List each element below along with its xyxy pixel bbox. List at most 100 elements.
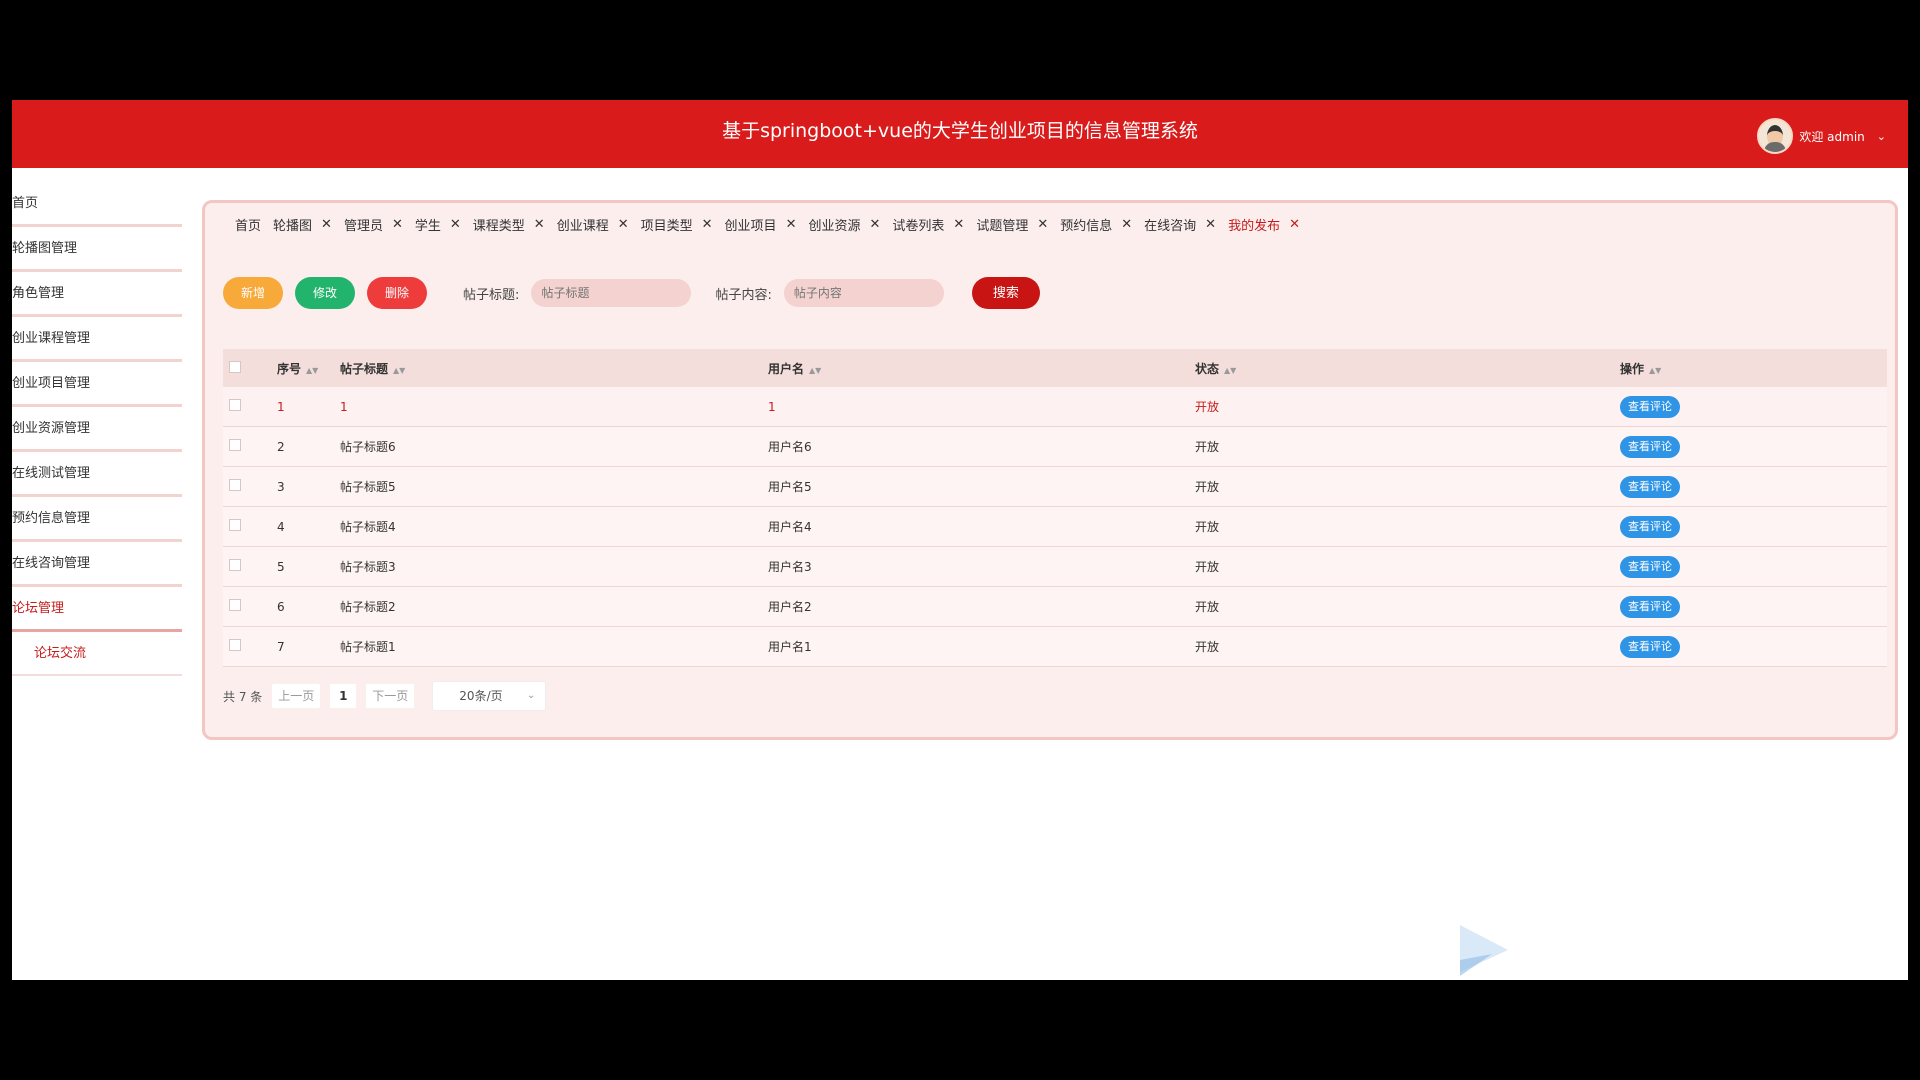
total-count: 共 7 条 bbox=[223, 689, 263, 704]
close-icon[interactable]: ✕ bbox=[392, 217, 403, 232]
chevron-down-icon: ⌄ bbox=[1876, 129, 1886, 143]
tab-questions[interactable]: 试题管理 ✕ bbox=[976, 215, 1048, 234]
sidebar-item-home[interactable]: 首页 bbox=[12, 182, 182, 227]
table-row[interactable]: 5 帖子标题3 用户名3 开放 查看评论 bbox=[223, 547, 1887, 587]
row-checkbox[interactable] bbox=[229, 439, 241, 451]
cell-user: 1 bbox=[768, 399, 776, 414]
row-checkbox[interactable] bbox=[229, 639, 241, 651]
row-checkbox[interactable] bbox=[229, 399, 241, 411]
tab-student[interactable]: 学生 ✕ bbox=[415, 215, 461, 234]
prev-page-button[interactable]: 上一页 bbox=[272, 684, 321, 708]
tab-carousel[interactable]: 轮播图 ✕ bbox=[273, 215, 332, 234]
tab-home[interactable]: 首页 bbox=[235, 215, 261, 234]
sidebar-item-roles[interactable]: 角色管理 bbox=[12, 272, 182, 317]
sidebar-item-appointments[interactable]: 预约信息管理 bbox=[12, 497, 182, 542]
tab-project-type[interactable]: 项目类型 ✕ bbox=[641, 215, 713, 234]
cell-title: 帖子标题6 bbox=[340, 440, 396, 454]
col-title: 帖子标题 bbox=[340, 361, 389, 376]
pagination: 共 7 条 上一页 1 下一页 20条/页 ⌄ bbox=[223, 681, 547, 711]
tab-project[interactable]: 创业项目 ✕ bbox=[725, 215, 797, 234]
sort-icon[interactable]: ▲▼ bbox=[1649, 366, 1661, 375]
table-row[interactable]: 6 帖子标题2 用户名2 开放 查看评论 bbox=[223, 587, 1887, 627]
view-comments-button[interactable]: 查看评论 bbox=[1620, 515, 1680, 538]
sidebar-item-resources[interactable]: 创业资源管理 bbox=[12, 407, 182, 452]
close-icon[interactable]: ✕ bbox=[321, 217, 332, 232]
user-menu[interactable]: 欢迎 admin ⌄ bbox=[1757, 118, 1886, 154]
edit-button[interactable]: 修改 bbox=[295, 277, 356, 309]
select-all-checkbox[interactable] bbox=[229, 360, 241, 373]
row-checkbox[interactable] bbox=[229, 599, 241, 611]
cell-title: 帖子标题1 bbox=[340, 640, 396, 654]
cell-state: 开放 bbox=[1195, 400, 1220, 414]
sidebar-item-tests[interactable]: 在线测试管理 bbox=[12, 452, 182, 497]
view-comments-button[interactable]: 查看评论 bbox=[1620, 635, 1680, 658]
close-icon[interactable]: ✕ bbox=[534, 217, 545, 232]
table-row[interactable]: 4 帖子标题4 用户名4 开放 查看评论 bbox=[223, 507, 1887, 547]
sort-icon[interactable]: ▲▼ bbox=[809, 366, 821, 375]
close-icon[interactable]: ✕ bbox=[1289, 217, 1300, 232]
tab-label: 首页 bbox=[235, 219, 262, 234]
search-button[interactable]: 搜索 bbox=[971, 277, 1040, 309]
close-icon[interactable]: ✕ bbox=[618, 217, 629, 232]
page-number[interactable]: 1 bbox=[330, 684, 357, 708]
view-comments-button[interactable]: 查看评论 bbox=[1620, 555, 1680, 578]
tab-admin[interactable]: 管理员 ✕ bbox=[344, 215, 403, 234]
table-row[interactable]: 7 帖子标题1 用户名1 开放 查看评论 bbox=[223, 627, 1887, 667]
tab-label: 创业资源 bbox=[808, 219, 861, 234]
close-icon[interactable]: ✕ bbox=[1037, 217, 1048, 232]
title-filter-input[interactable] bbox=[531, 279, 692, 307]
close-icon[interactable]: ✕ bbox=[786, 217, 797, 232]
tab-course[interactable]: 创业课程 ✕ bbox=[557, 215, 629, 234]
page-size-select[interactable]: 20条/页 ⌄ bbox=[432, 681, 547, 711]
cell-user: 用户名5 bbox=[768, 480, 812, 494]
tab-label: 试题管理 bbox=[976, 219, 1029, 234]
sort-icon[interactable]: ▲▼ bbox=[306, 366, 318, 375]
sidebar-item-consult[interactable]: 在线咨询管理 bbox=[12, 542, 182, 587]
tab-label: 我的发布 bbox=[1228, 219, 1281, 234]
view-comments-button[interactable]: 查看评论 bbox=[1620, 395, 1680, 418]
view-comments-button[interactable]: 查看评论 bbox=[1620, 475, 1680, 498]
row-checkbox[interactable] bbox=[229, 479, 241, 491]
table-row[interactable]: 1 1 1 开放 查看评论 bbox=[223, 387, 1887, 427]
add-button[interactable]: 新增 bbox=[223, 277, 284, 309]
cell-idx: 5 bbox=[277, 559, 285, 574]
content-filter-input[interactable] bbox=[783, 279, 944, 307]
view-comments-button[interactable]: 查看评论 bbox=[1620, 435, 1680, 458]
sort-icon[interactable]: ▲▼ bbox=[1224, 366, 1236, 375]
tab-resource[interactable]: 创业资源 ✕ bbox=[808, 215, 880, 234]
tab-label: 课程类型 bbox=[472, 219, 525, 234]
cell-idx: 1 bbox=[277, 399, 285, 414]
tab-course-type[interactable]: 课程类型 ✕ bbox=[473, 215, 545, 234]
close-icon[interactable]: ✕ bbox=[1205, 217, 1216, 232]
close-icon[interactable]: ✕ bbox=[1121, 217, 1132, 232]
cell-idx: 2 bbox=[277, 439, 285, 454]
close-icon[interactable]: ✕ bbox=[702, 217, 713, 232]
close-icon[interactable]: ✕ bbox=[953, 217, 964, 232]
app-title: 基于springboot+vue的大学生创业项目的信息管理系统 bbox=[722, 120, 1198, 142]
sidebar-subitem-forum-exchange[interactable]: 论坛交流 bbox=[12, 632, 182, 676]
table-row[interactable]: 2 帖子标题6 用户名6 开放 查看评论 bbox=[223, 427, 1887, 467]
cell-state: 开放 bbox=[1195, 640, 1220, 654]
sidebar-item-forum[interactable]: 论坛管理 bbox=[12, 587, 182, 632]
welcome-text: 欢迎 admin bbox=[1799, 129, 1865, 144]
sidebar-item-courses[interactable]: 创业课程管理 bbox=[12, 317, 182, 362]
row-checkbox[interactable] bbox=[229, 519, 241, 531]
delete-button[interactable]: 删除 bbox=[367, 277, 428, 309]
sort-icon[interactable]: ▲▼ bbox=[393, 366, 405, 375]
tab-paper-list[interactable]: 试卷列表 ✕ bbox=[892, 215, 964, 234]
posts-table: 序号 ▲▼ 帖子标题 ▲▼ 用户名 ▲▼ 状态 ▲▼ 操作 ▲▼ 1 1 1 开放 查看评… bbox=[223, 349, 1887, 667]
row-checkbox[interactable] bbox=[229, 559, 241, 571]
cell-idx: 6 bbox=[277, 599, 285, 614]
tab-appointment[interactable]: 预约信息 ✕ bbox=[1060, 215, 1132, 234]
next-page-button[interactable]: 下一页 bbox=[366, 684, 415, 708]
table-row[interactable]: 3 帖子标题5 用户名5 开放 查看评论 bbox=[223, 467, 1887, 507]
close-icon[interactable]: ✕ bbox=[450, 217, 461, 232]
sidebar-item-carousel[interactable]: 轮播图管理 bbox=[12, 227, 182, 272]
view-comments-button[interactable]: 查看评论 bbox=[1620, 595, 1680, 618]
tab-consult[interactable]: 在线咨询 ✕ bbox=[1144, 215, 1216, 234]
sidebar-item-projects[interactable]: 创业项目管理 bbox=[12, 362, 182, 407]
close-icon[interactable]: ✕ bbox=[869, 217, 880, 232]
cell-user: 用户名1 bbox=[768, 640, 812, 654]
cell-user: 用户名3 bbox=[768, 560, 812, 574]
tab-my-posts[interactable]: 我的发布 ✕ bbox=[1228, 215, 1300, 234]
